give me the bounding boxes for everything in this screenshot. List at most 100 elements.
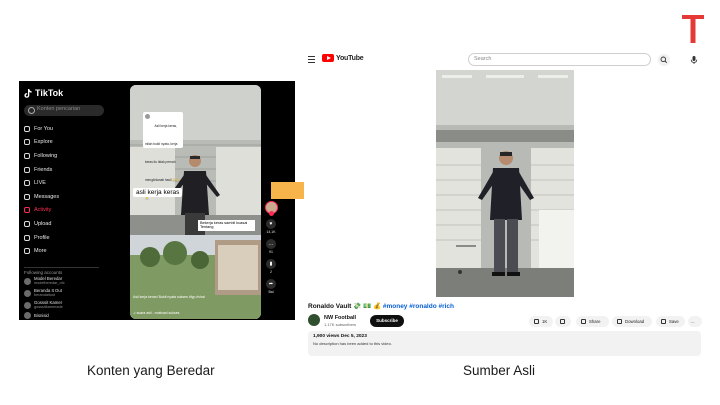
profile-icon (24, 234, 30, 241)
bookmark-icon[interactable]: ▮ (266, 259, 276, 269)
nav-more[interactable]: More (24, 244, 102, 258)
account-handle: berandaitout (34, 293, 56, 297)
comment-icon[interactable]: … (266, 239, 276, 249)
nav-label: Messages (34, 193, 60, 200)
download-icon (617, 319, 622, 324)
message-icon (24, 193, 30, 200)
heart-icon[interactable]: ♥ (266, 219, 276, 229)
nav-profile[interactable]: Profile (24, 231, 102, 245)
nav-activity[interactable]: Activity (24, 204, 102, 218)
nav-messages[interactable]: Messages (24, 190, 102, 204)
right-caption: Sumber Asli (463, 363, 536, 378)
sidebar-divider (24, 267, 99, 268)
save-label: Save (669, 319, 679, 324)
share-button[interactable]: Share (576, 316, 609, 327)
nav-explore[interactable]: Explore (24, 136, 102, 150)
video-description: Asli kerja keras! Bukti nyata sukses #fy… (133, 295, 205, 299)
save-icon (661, 319, 666, 324)
description-text: No description has been added to this vi… (313, 341, 392, 346)
youtube-video-frame (436, 70, 574, 297)
left-caption: Konten yang Beredar (87, 363, 215, 378)
tiktok-search-placeholder: Konten pencarian (37, 106, 81, 112)
avatar (24, 301, 31, 309)
following-account-item[interactable]: Bisnisid (24, 312, 100, 319)
menu-icon[interactable] (308, 56, 315, 65)
avatar (24, 277, 31, 285)
nav-label: More (34, 248, 47, 255)
youtube-wordmark: YouTube (336, 54, 364, 62)
tiktok-note-icon (24, 88, 32, 98)
tiktok-sidebar-nav: For You Explore Following Friends LIVE M… (24, 122, 102, 258)
tiktok-panel: TikTok Konten pencarian For You Explore … (19, 81, 295, 320)
youtube-logo[interactable]: YouTube (322, 54, 364, 62)
nav-label: Explore (34, 139, 53, 146)
account-name: Bisnisid (34, 313, 49, 318)
avatar (24, 289, 31, 297)
nav-upload[interactable]: Upload (24, 217, 102, 231)
nav-label: Profile (34, 234, 50, 241)
tiktok-logo[interactable]: TikTok (24, 88, 63, 98)
search-icon (28, 107, 35, 114)
nav-label: For You (34, 125, 53, 132)
like-count: 14,1K (266, 230, 276, 234)
channel-avatar[interactable] (308, 314, 320, 326)
comment-sticker: Asli kerja keras, inilah bukti nyata, ke… (143, 112, 183, 200)
friends-icon (24, 166, 30, 173)
bell-icon (24, 207, 30, 214)
tiktok-video-player[interactable]: Asli kerja keras, inilah bukti nyata, ke… (130, 85, 261, 319)
video-caption-small: Bekerja keras sambil kuasai Tentang (198, 220, 255, 231)
video-title-text: Ronaldo Vault 💸 💵 💰 (308, 303, 382, 310)
nav-label: Following (34, 152, 58, 159)
avatar (145, 114, 150, 119)
upload-icon (24, 220, 30, 227)
youtube-panel: YouTube Search Ronaldo Vault 💸 💵 💰 #mone… (304, 51, 705, 356)
youtube-play-icon (322, 54, 334, 62)
download-label: Download (625, 319, 645, 324)
share-icon[interactable]: ➦ (266, 279, 276, 289)
like-count: 1K (542, 319, 548, 324)
description-box[interactable]: 1,900 views Dec 5, 2023 No description h… (308, 331, 701, 356)
nav-for-you[interactable]: For You (24, 122, 102, 136)
following-account-item[interactable]: Model Beredar modelberedar_ofc (24, 276, 100, 286)
comment-count: 91 (269, 250, 273, 254)
video-music: ♫ suara asli - motivasi sukses (133, 311, 180, 315)
compass-icon (24, 139, 30, 146)
search-icon[interactable] (658, 54, 670, 66)
video-title: Ronaldo Vault 💸 💵 💰 #money #ronaldo #ric… (308, 302, 454, 310)
more-actions-button[interactable]: ... (688, 316, 702, 327)
views-and-date: 1,900 views Dec 5, 2023 (313, 334, 367, 339)
avatar (24, 312, 31, 319)
download-button[interactable]: Download (612, 316, 652, 327)
nav-label: Activity (34, 207, 52, 214)
like-button[interactable]: 1K (529, 316, 553, 327)
tiktok-wordmark: TikTok (35, 88, 64, 98)
bookmark-count: 2 (270, 270, 272, 274)
nav-label: Friends (34, 166, 53, 173)
youtube-video-player[interactable] (436, 70, 574, 297)
share-icon (581, 319, 586, 324)
home-icon (24, 125, 30, 132)
account-handle: modelberedar_ofc (34, 281, 65, 285)
channel-name[interactable]: NW Football (324, 315, 356, 321)
dislike-button[interactable] (555, 316, 571, 327)
save-button[interactable]: Save (656, 316, 685, 327)
following-account-item[interactable]: Gosssit Kamer gosssitkamerade (24, 300, 100, 310)
following-account-item[interactable]: Beranda It Out berandaitout (24, 288, 100, 298)
share-label: Share (589, 319, 601, 324)
nav-following[interactable]: Following (24, 149, 102, 163)
people-icon (24, 152, 30, 159)
video-hashtags[interactable]: #money #ronaldo #rich (383, 303, 454, 310)
nav-label: Upload (34, 220, 52, 227)
microphone-icon[interactable] (689, 55, 699, 65)
dislike-icon (560, 319, 565, 324)
youtube-search-input[interactable]: Search (468, 53, 651, 66)
tiktok-search-input[interactable]: Konten pencarian (24, 105, 104, 116)
nav-friends[interactable]: Friends (24, 163, 102, 177)
brand-logo-icon (682, 15, 704, 43)
account-handle: gosssitkamerade (34, 305, 63, 309)
share-count: Bal (268, 290, 274, 294)
live-icon (24, 180, 30, 187)
subscribe-button[interactable]: Subscribe (370, 315, 404, 327)
nav-live[interactable]: LIVE (24, 176, 102, 190)
video-caption-main: asli kerja keras (133, 188, 183, 197)
